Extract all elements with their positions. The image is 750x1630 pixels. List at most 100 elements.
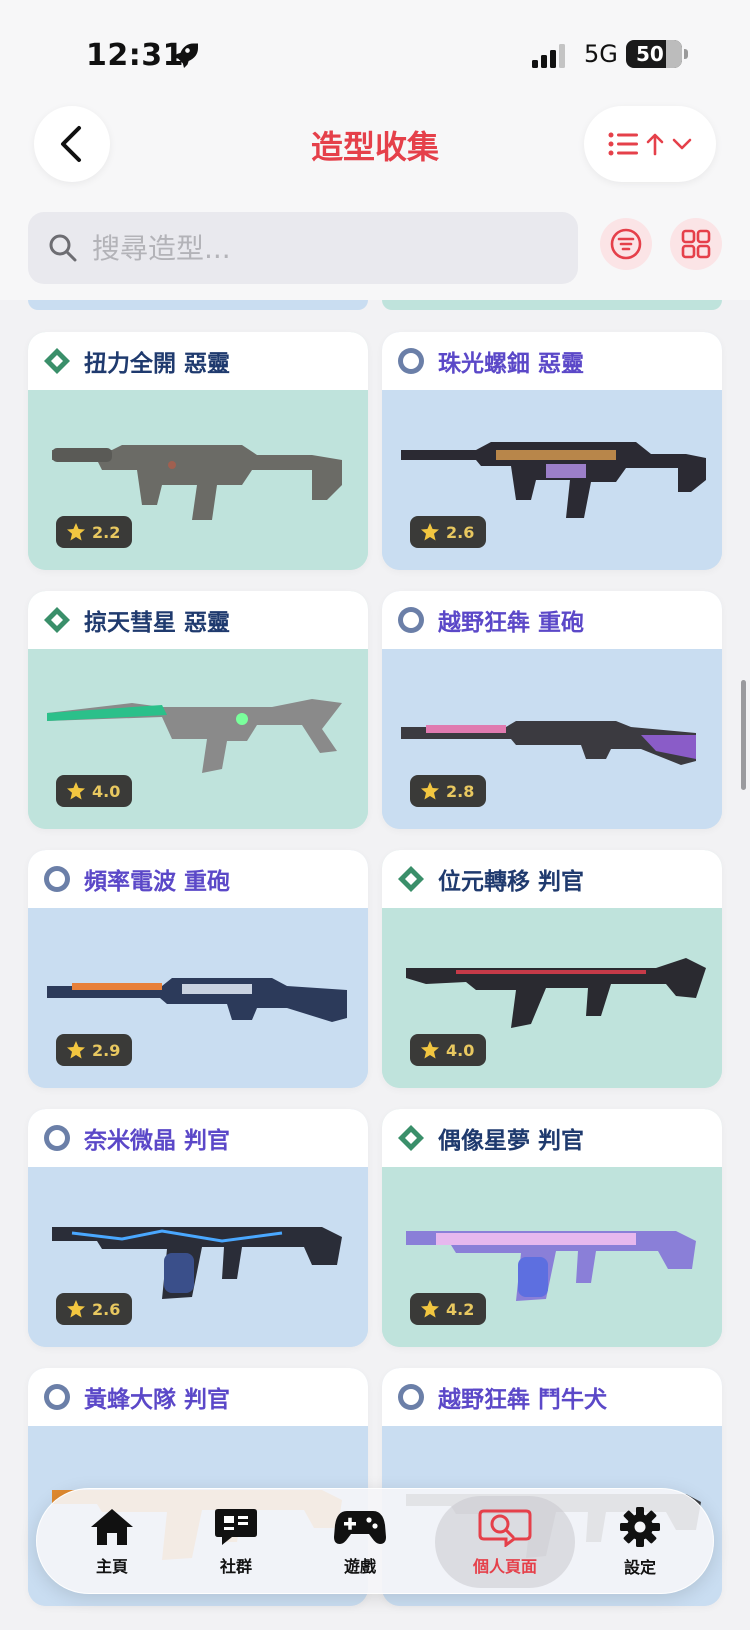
skin-name: 黃蜂大隊 判官	[84, 1387, 231, 1413]
rating-value: 4.0	[92, 781, 121, 801]
tier-badge-icon	[398, 607, 424, 633]
star-icon	[421, 1300, 439, 1318]
star-icon	[421, 1041, 439, 1059]
weapon-image	[52, 445, 342, 520]
battery-level: 50	[636, 42, 664, 66]
skin-name: 頻率電波 重砲	[84, 869, 231, 895]
skin-card-body: 2.6	[28, 1167, 368, 1347]
skin-name: 偶像星夢 判官	[438, 1128, 585, 1154]
star-icon	[67, 782, 85, 800]
tier-badge-icon	[44, 1384, 70, 1410]
filter-button[interactable]	[600, 218, 652, 270]
skin-card-header: 奈米微晶 判官	[28, 1109, 368, 1167]
tier-badge-icon	[398, 1125, 424, 1151]
rating-badge: 2.8	[410, 775, 487, 807]
search-input[interactable]	[92, 231, 532, 265]
weapon-image	[47, 699, 342, 773]
tier-badge-icon	[398, 1384, 424, 1410]
star-icon	[421, 523, 439, 541]
tab-community[interactable]: 社群	[171, 1489, 301, 1595]
grid-icon	[681, 229, 711, 259]
scroll-indicator[interactable]	[741, 680, 746, 790]
skin-card[interactable]: 頻率電波 重砲 2.9	[28, 850, 368, 1088]
tab-home[interactable]: 主頁	[47, 1489, 177, 1595]
list-icon	[608, 132, 638, 156]
skin-card[interactable]: 珠光螺鈿 惡靈 2.6	[382, 332, 722, 570]
filter-icon	[610, 228, 642, 260]
skin-card[interactable]: 奈米微晶 判官 2.6	[28, 1109, 368, 1347]
star-icon	[421, 782, 439, 800]
card-partial-top-right	[382, 300, 722, 310]
weapon-image	[47, 978, 347, 1022]
tier-badge-icon	[44, 866, 70, 892]
rating-value: 4.2	[446, 1299, 475, 1319]
skin-name: 位元轉移 判官	[438, 869, 585, 895]
home-icon	[91, 1509, 133, 1545]
battery-indicator: 50	[626, 40, 688, 68]
rating-badge: 4.2	[410, 1293, 487, 1325]
skin-card-body: 2.9	[28, 908, 368, 1088]
rating-badge: 2.2	[56, 516, 133, 548]
tab-settings-label: 設定	[623, 1558, 656, 1577]
skin-card[interactable]: 位元轉移 判官 4.0	[382, 850, 722, 1088]
rating-badge: 4.0	[410, 1034, 487, 1066]
tier-badge-icon	[398, 866, 424, 892]
search-bar	[28, 212, 578, 284]
weapon-image	[406, 958, 706, 1028]
gear-icon	[620, 1507, 660, 1547]
skin-card-body: 2.8	[382, 649, 722, 829]
skin-card-header: 偶像星夢 判官	[382, 1109, 722, 1167]
skin-card-header: 頻率電波 重砲	[28, 850, 368, 908]
skin-card-body: 4.2	[382, 1167, 722, 1347]
rating-badge: 2.6	[56, 1293, 133, 1325]
skin-card-header: 扭力全開 惡靈	[28, 332, 368, 390]
weapon-image	[401, 721, 696, 765]
rating-badge: 2.9	[56, 1034, 133, 1066]
skin-card-header: 位元轉移 判官	[382, 850, 722, 908]
sort-menu-button[interactable]	[584, 106, 716, 182]
tab-settings[interactable]: 設定	[575, 1489, 705, 1595]
rating-value: 2.2	[92, 522, 121, 542]
weapon-image	[401, 442, 706, 518]
tab-profile-label: 個人頁面	[472, 1557, 537, 1576]
skin-card-header: 越野狂犇 重砲	[382, 591, 722, 649]
search-icon	[49, 234, 77, 262]
skin-card-body: 4.0	[28, 649, 368, 829]
weapon-image	[406, 1231, 696, 1301]
tier-badge-icon	[398, 348, 424, 374]
grid-view-button[interactable]	[670, 218, 722, 270]
skin-name: 越野狂犇 重砲	[438, 610, 585, 636]
tab-games[interactable]: 遊戲	[295, 1489, 425, 1595]
chevron-down-icon	[672, 138, 692, 150]
skin-name: 越野狂犇 鬥牛犬	[438, 1387, 608, 1413]
rating-value: 2.9	[92, 1040, 121, 1060]
tier-badge-icon	[44, 348, 70, 374]
rating-value: 4.0	[446, 1040, 475, 1060]
weapon-image	[52, 1227, 342, 1299]
rating-value: 2.6	[446, 522, 475, 542]
rating-badge: 4.0	[56, 775, 133, 807]
skin-card[interactable]: 掠天彗星 惡靈 4.0	[28, 591, 368, 829]
skin-name: 掠天彗星 惡靈	[84, 610, 231, 636]
skin-grid: 扭力全開 惡靈 2.2 珠光螺鈿 惡靈 2.6 掠天彗星 惡靈 4.0 越野狂犇 重砲 2.8…	[0, 300, 750, 1630]
skin-collection-screen: 12:31 5G 50 造型收集 搜尋造型... 扭力全開 惡靈 2.2 珠光螺…	[0, 0, 750, 1630]
skin-card-header: 掠天彗星 惡靈	[28, 591, 368, 649]
star-icon	[67, 1300, 85, 1318]
rating-badge: 2.6	[410, 516, 487, 548]
chat-icon	[215, 1509, 257, 1545]
profile-search-icon	[478, 1509, 532, 1547]
skin-name: 珠光螺鈿 惡靈	[438, 351, 585, 377]
skin-card-header: 黃蜂大隊 判官	[28, 1368, 368, 1426]
rating-value: 2.8	[446, 781, 475, 801]
star-icon	[67, 1041, 85, 1059]
tab-bar: 主頁 社群 遊戲 個人頁面 設定	[36, 1488, 714, 1594]
network-type: 5G	[584, 40, 618, 68]
skin-card-header: 越野狂犇 鬥牛犬	[382, 1368, 722, 1426]
tier-badge-icon	[44, 607, 70, 633]
tab-community-label: 社群	[219, 1557, 252, 1576]
skin-card[interactable]: 偶像星夢 判官 4.2	[382, 1109, 722, 1347]
skin-card-body: 2.6	[382, 390, 722, 570]
tab-profile[interactable]: 個人頁面	[435, 1496, 575, 1588]
skin-card[interactable]: 扭力全開 惡靈 2.2	[28, 332, 368, 570]
skin-card[interactable]: 越野狂犇 重砲 2.8	[382, 591, 722, 829]
